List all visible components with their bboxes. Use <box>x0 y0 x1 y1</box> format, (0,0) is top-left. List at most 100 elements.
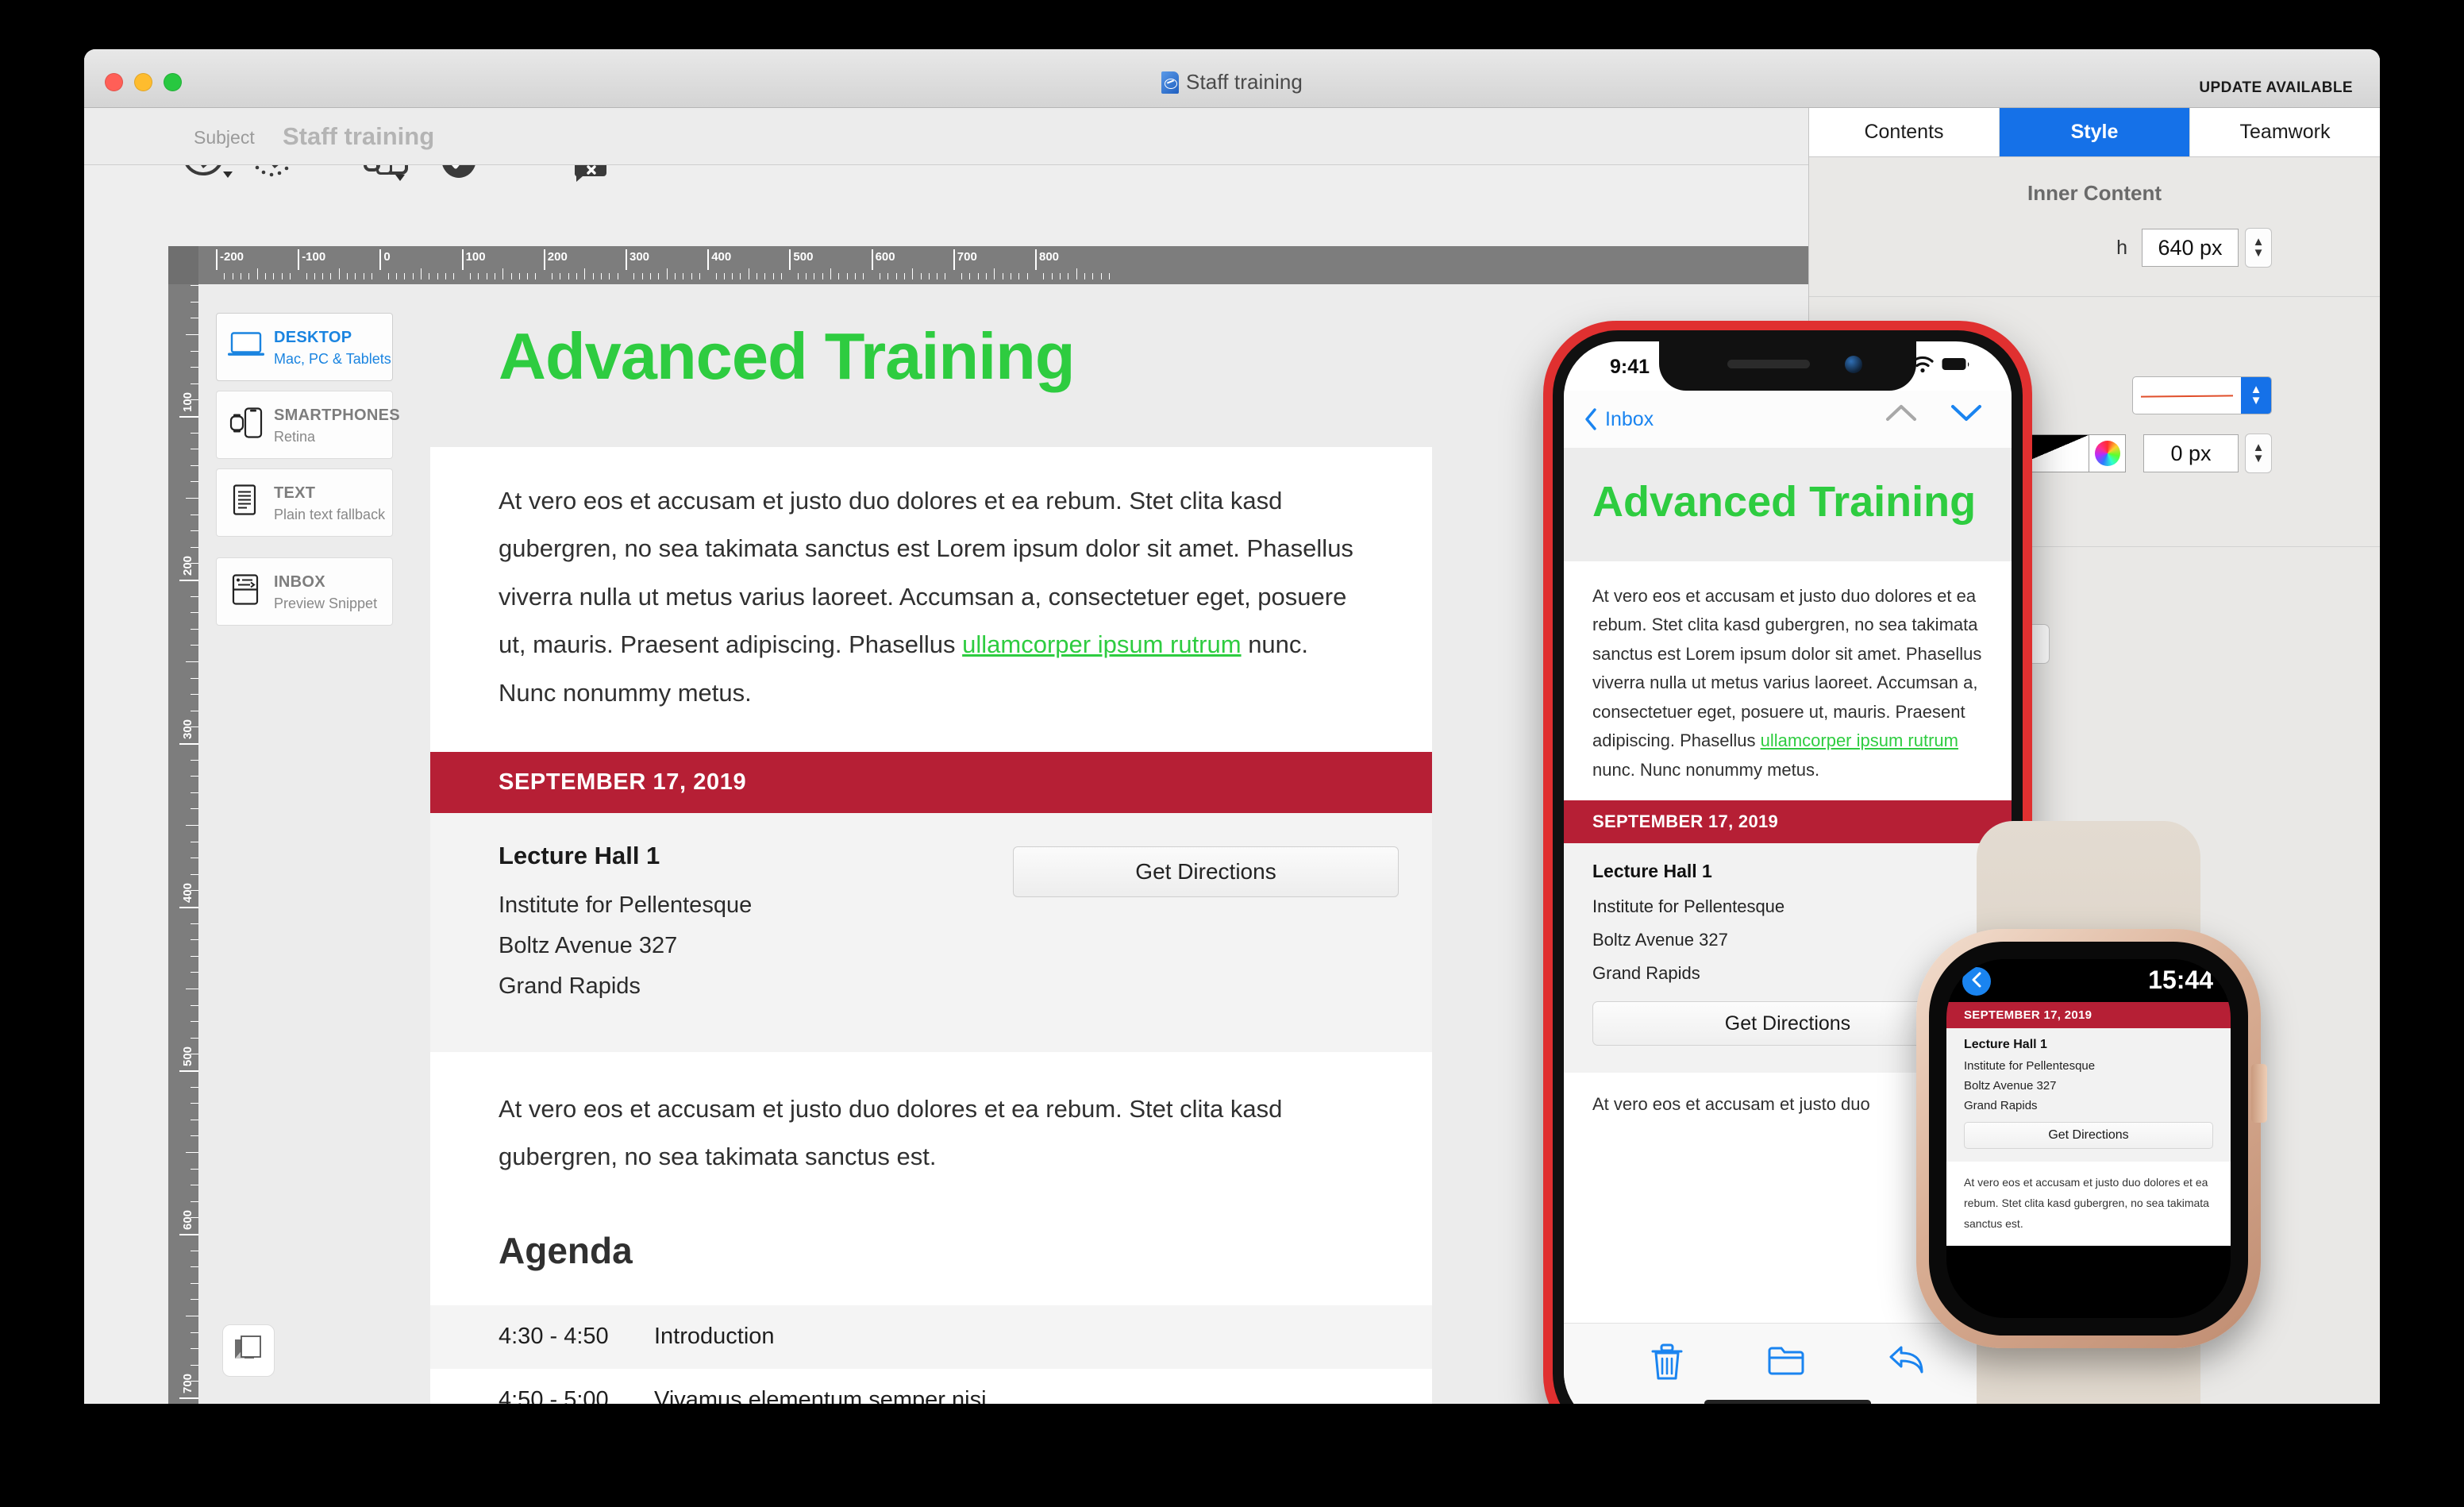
ruler-minor-tick <box>191 595 198 597</box>
ruler-label: 500 <box>793 250 814 264</box>
inspector-divider <box>1809 296 2380 297</box>
subject-input[interactable]: Staff training <box>283 122 434 151</box>
update-available-badge[interactable]: UPDATE AVAILABLE <box>2199 79 2353 97</box>
ruler-minor-tick <box>764 273 766 279</box>
ruler-minor-tick <box>797 273 799 279</box>
ruler-minor-tick <box>191 628 198 630</box>
email-link[interactable]: ullamcorper ipsum rutrum <box>962 630 1241 658</box>
get-directions-button[interactable]: Get Directions <box>1013 846 1399 898</box>
ruler-label: 600 <box>875 250 895 264</box>
ruler-minor-tick <box>609 273 610 279</box>
phone-address-line: Institute for Pellentesque <box>1592 896 1785 917</box>
ruler-minor-tick <box>224 273 225 279</box>
chevron-up-icon[interactable] <box>1885 402 1918 428</box>
ruler-minor-tick <box>191 1168 198 1170</box>
ruler-minor-tick <box>863 273 864 279</box>
agenda-topic: Vivamus elementum semper nisi <box>654 1387 987 1404</box>
ruler-major-tick <box>626 249 627 270</box>
watch-back-button[interactable] <box>1962 967 1991 996</box>
trash-icon[interactable] <box>1650 1343 1684 1386</box>
ruler-minor-tick <box>248 273 250 279</box>
ruler-minor-tick <box>421 268 422 279</box>
ruler-minor-tick <box>822 273 823 279</box>
phone-watch-icon <box>228 407 264 443</box>
ruler-minor-tick <box>977 273 979 279</box>
ruler-major-tick <box>179 1234 198 1235</box>
ruler-minor-tick <box>674 273 676 279</box>
ruler-minor-tick <box>191 1348 198 1350</box>
ruler-minor-tick <box>191 1299 198 1301</box>
tab-teamwork[interactable]: Teamwork <box>2190 108 2380 156</box>
phone-status-time: 9:41 <box>1610 356 1650 378</box>
color-wheel-icon[interactable] <box>2089 434 2126 472</box>
ruler-minor-tick <box>191 546 198 548</box>
watch-address-line: Boltz Avenue 327 <box>1964 1079 2057 1093</box>
ruler-minor-tick <box>191 1021 198 1023</box>
ruler-minor-tick <box>330 273 332 279</box>
folder-icon[interactable] <box>1767 1343 1805 1386</box>
phone-venue: Lecture Hall 1 <box>1592 861 1712 882</box>
watch-time: 15:44 <box>2148 965 2213 994</box>
ruler-minor-tick <box>191 873 198 875</box>
email-preview-desktop[interactable]: Advanced Training At vero eos et accusam… <box>430 284 1432 1404</box>
line-preview-icon <box>2133 377 2241 414</box>
ruler-minor-tick <box>191 939 198 941</box>
tab-contents[interactable]: Contents <box>1809 108 2000 156</box>
ruler-minor-tick <box>535 273 537 279</box>
phone-email-link[interactable]: ullamcorper ipsum rutrum <box>1761 730 1958 750</box>
ruler-label: 100 <box>465 250 486 264</box>
horizontal-ruler[interactable]: -200 -100 0 100 200 300 400 500 600 700 800 <box>168 246 1808 284</box>
ruler-minor-tick <box>772 273 774 279</box>
agenda-time: 4:30 - 4:50 <box>499 1324 609 1350</box>
border-style-select[interactable]: ▲ ▼ <box>2132 376 2272 414</box>
ruler-label: -200 <box>220 250 244 264</box>
ruler-minor-tick <box>601 273 603 279</box>
ruler-minor-tick <box>186 661 198 662</box>
ruler-major-tick <box>298 249 300 270</box>
ruler-label: 200 <box>547 250 568 264</box>
ruler-minor-tick <box>1026 273 1028 279</box>
vertical-ruler[interactable]: 0100200300400500600700 <box>168 246 198 1404</box>
agenda-topic: Introduction <box>654 1324 775 1350</box>
digital-crown[interactable] <box>2251 1064 2267 1123</box>
device-item-text[interactable]: TEXT Plain text fallback <box>216 468 393 537</box>
ruler-minor-tick <box>191 1282 198 1284</box>
device-item-inbox[interactable]: INBOX Preview Snippet <box>216 557 393 626</box>
select-stepper-icon: ▲ ▼ <box>2241 377 2271 414</box>
laptop-icon <box>228 332 264 363</box>
ruler-minor-tick <box>191 285 198 287</box>
ruler-minor-tick <box>191 792 198 793</box>
border-width-stepper[interactable]: ▲ ▼ <box>2245 434 2272 473</box>
ruler-minor-tick <box>273 273 275 279</box>
ruler-major-tick <box>871 249 873 270</box>
border-width-input[interactable]: 0 px <box>2143 434 2239 472</box>
ruler-minor-tick <box>191 1103 198 1104</box>
phone-back-button[interactable]: Inbox <box>1584 408 1654 431</box>
ruler-minor-tick <box>912 268 914 279</box>
ruler-label: 700 <box>957 250 977 264</box>
chevron-down-icon[interactable] <box>1950 402 1983 428</box>
ruler-label: 0 <box>383 250 391 264</box>
ruler-minor-tick <box>322 273 324 279</box>
phone-date-banner: SEPTEMBER 17, 2019 <box>1564 800 2012 844</box>
device-item-desktop[interactable]: DESKTOP Mac, PC & Tablets <box>216 313 393 381</box>
ruler-major-tick <box>179 580 198 581</box>
ruler-minor-tick <box>191 612 198 614</box>
width-input[interactable]: 640 px <box>2142 229 2239 267</box>
ruler-minor-tick <box>641 273 643 279</box>
watch-screen[interactable]: 15:44 SEPTEMBER 17, 2019 Lecture Hall 1 … <box>1946 959 2231 1318</box>
device-item-smartphones[interactable]: SMARTPHONES Retina <box>216 391 400 459</box>
watch-get-directions-button[interactable]: Get Directions <box>1964 1122 2213 1149</box>
tab-style[interactable]: Style <box>2000 108 2190 156</box>
ruler-minor-tick <box>592 273 594 279</box>
width-stepper[interactable]: ▲ ▼ <box>2245 228 2272 268</box>
email-hero: Advanced Training <box>430 284 1432 447</box>
phone-back-label: Inbox <box>1605 407 1654 430</box>
ruler-major-tick <box>1035 249 1037 270</box>
ruler-minor-tick <box>314 273 315 279</box>
ruler-minor-tick <box>289 273 291 279</box>
phone-paragraph-a: At vero eos et accusam et justo duo dolo… <box>1592 585 1982 751</box>
layers-button[interactable] <box>222 1324 275 1377</box>
ruler-minor-tick <box>986 273 988 279</box>
ruler-minor-tick <box>387 273 389 279</box>
